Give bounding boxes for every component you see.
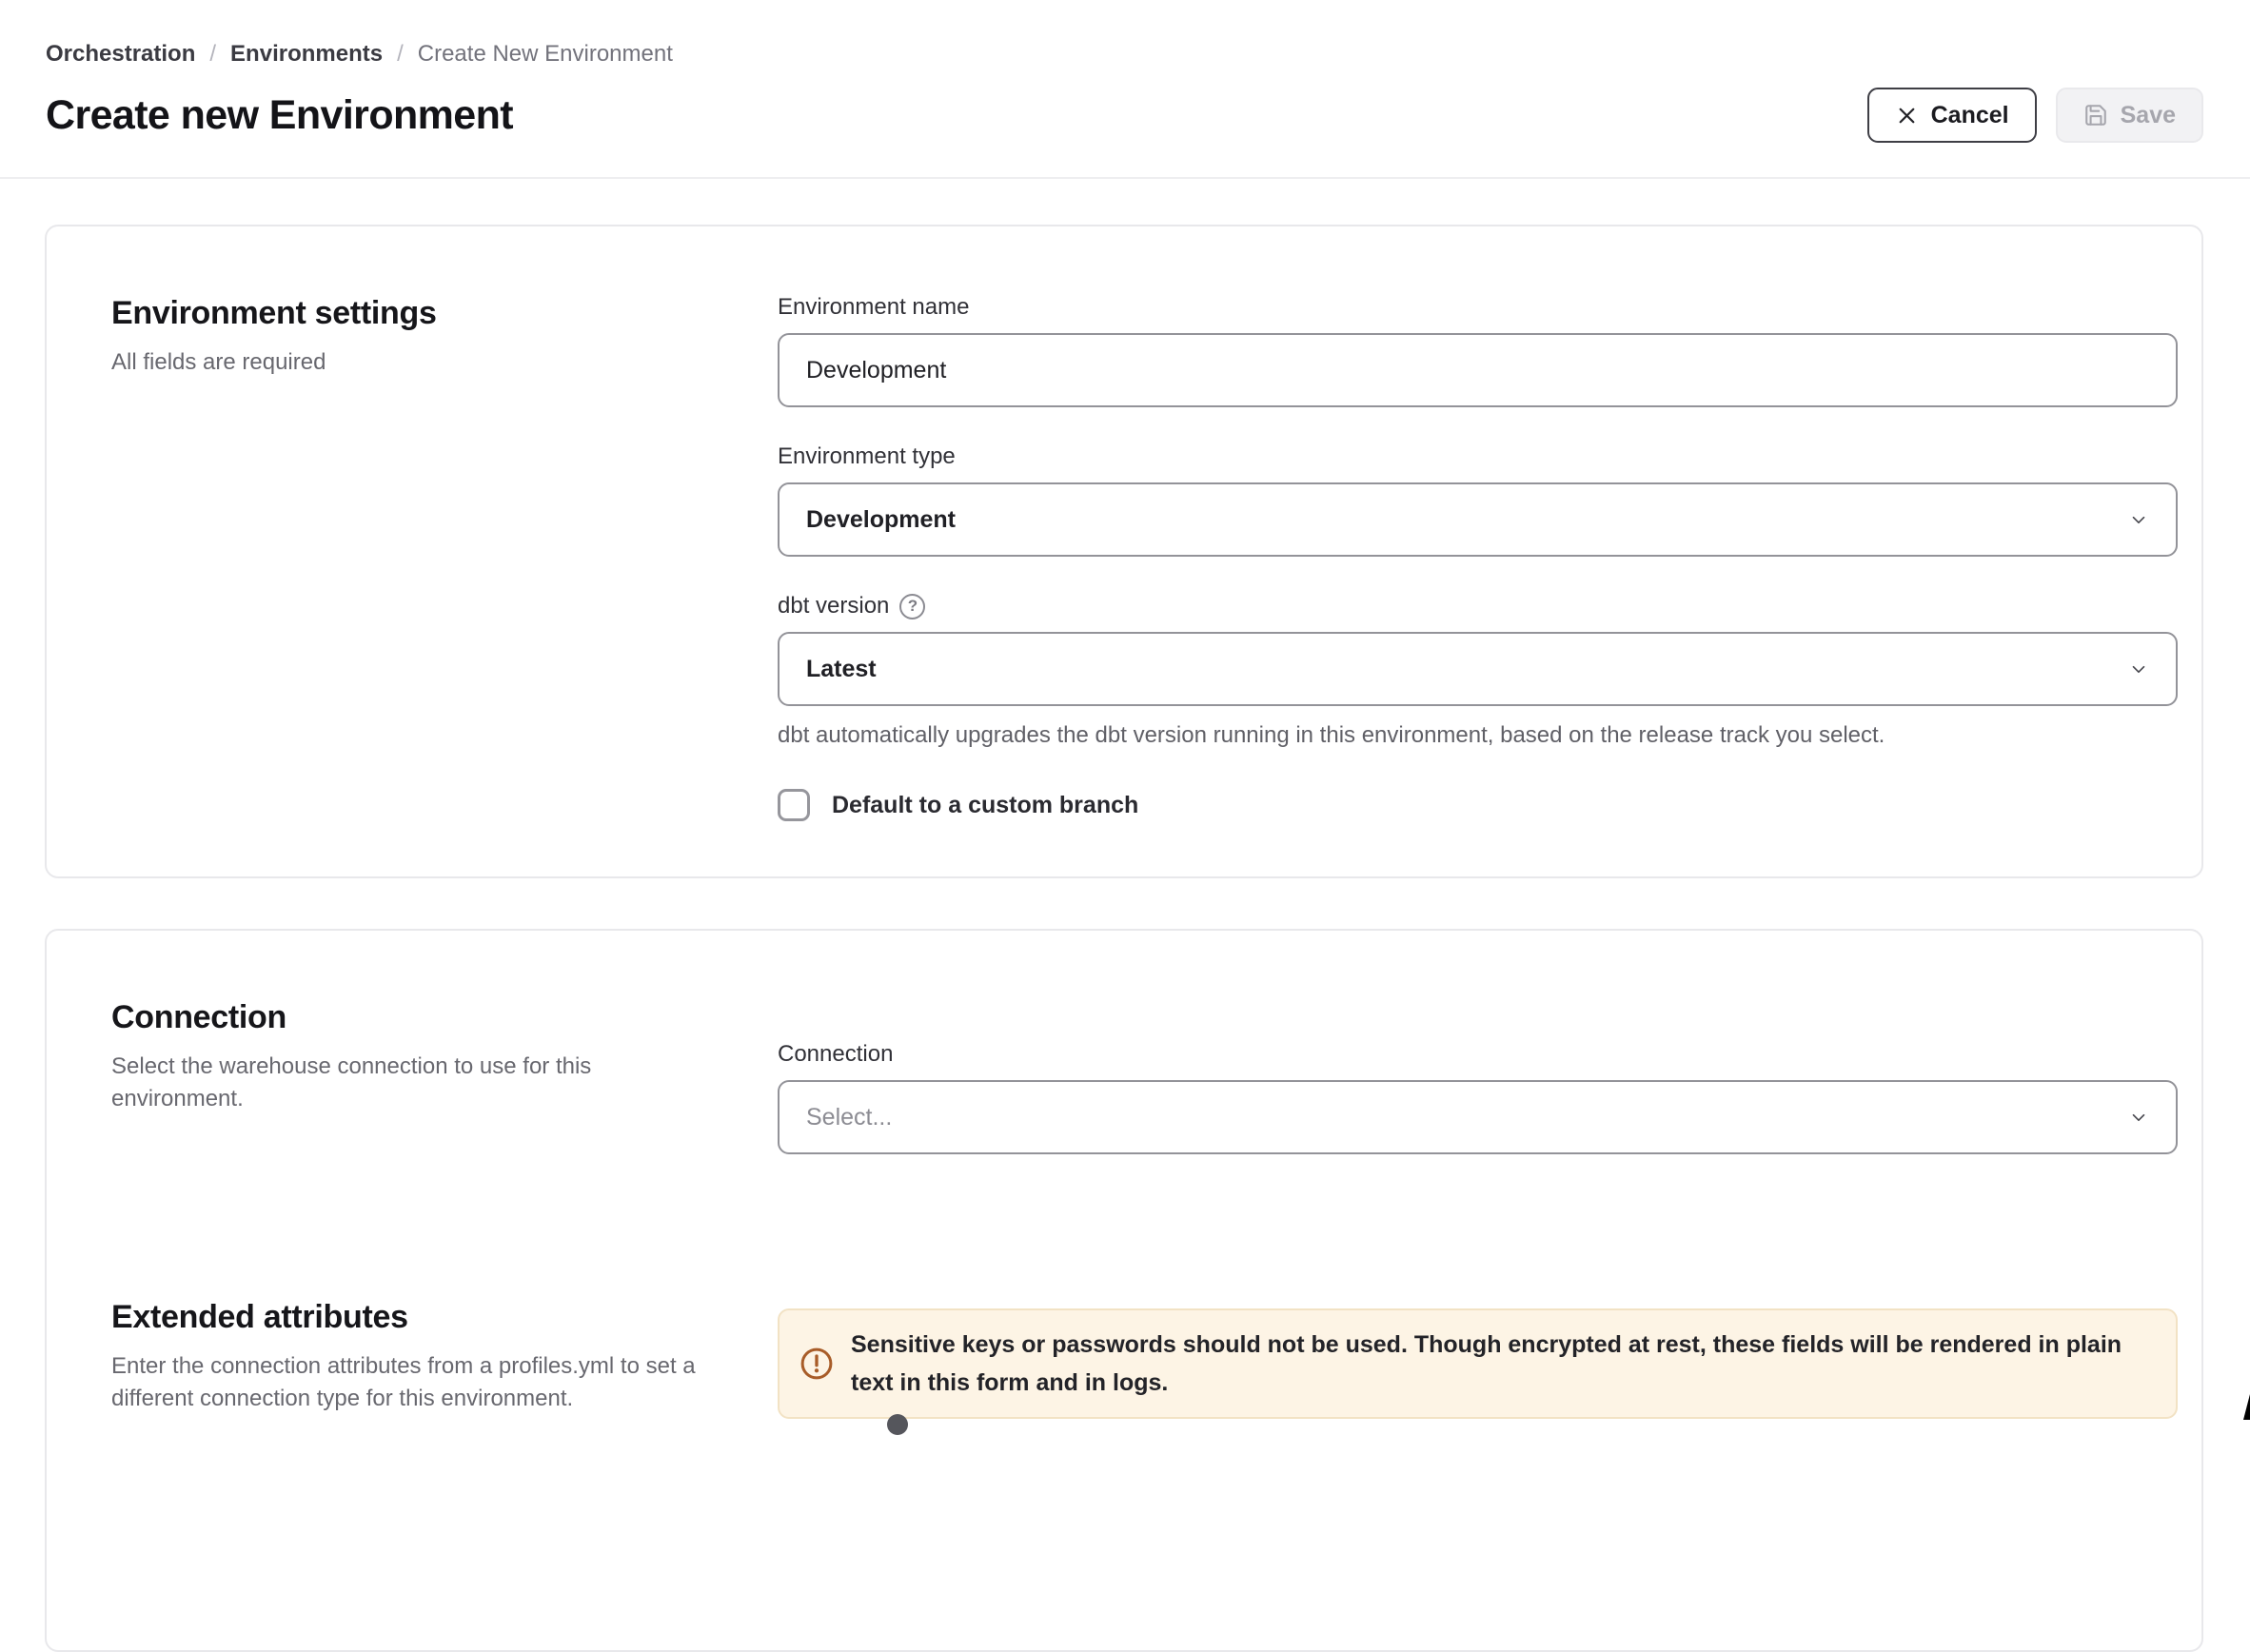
connection-description: Select the warehouse connection to use f… <box>111 1051 654 1115</box>
save-button-label: Save <box>2121 102 2176 129</box>
extended-attributes-heading: Extended attributes <box>111 1297 740 1337</box>
environment-type-select[interactable]: Development <box>778 482 2178 557</box>
page-title: Create new Environment <box>46 90 513 140</box>
dbt-version-label: dbt version <box>778 592 889 620</box>
dbt-version-value: Latest <box>806 656 877 683</box>
connection-select[interactable]: Select... <box>778 1080 2178 1154</box>
breadcrumb-separator: / <box>209 40 216 69</box>
help-icon[interactable]: ? <box>899 594 925 620</box>
page-header: Orchestration / Environments / Create Ne… <box>0 0 2250 179</box>
cutoff-help-icon <box>887 1414 908 1435</box>
chevron-down-icon <box>2128 659 2149 679</box>
custom-branch-label: Default to a custom branch <box>832 792 1138 819</box>
breadcrumb: Orchestration / Environments / Create Ne… <box>46 40 2203 69</box>
breadcrumb-separator: / <box>397 40 404 69</box>
environment-settings-card: Environment settings All fields are requ… <box>45 225 2203 878</box>
environment-name-input[interactable]: Development <box>778 333 2178 407</box>
dbt-version-select[interactable]: Latest <box>778 632 2178 706</box>
environment-settings-subheading: All fields are required <box>111 346 740 379</box>
connection-label: Connection <box>778 1040 2178 1069</box>
environment-name-value: Development <box>806 357 946 384</box>
connection-heading: Connection <box>111 997 740 1037</box>
corner-cursor-artifact <box>2243 1394 2250 1420</box>
header-actions: Cancel Save <box>1867 88 2203 143</box>
save-icon <box>2083 103 2108 128</box>
warning-text: Sensitive keys or passwords should not b… <box>851 1326 2147 1402</box>
sensitive-keys-warning-banner: Sensitive keys or passwords should not b… <box>778 1308 2178 1419</box>
breadcrumb-current-page: Create New Environment <box>418 40 673 69</box>
breadcrumb-orchestration[interactable]: Orchestration <box>46 40 195 69</box>
cancel-button-label: Cancel <box>1931 102 2009 129</box>
close-icon <box>1895 104 1919 128</box>
chevron-down-icon <box>2128 1107 2149 1128</box>
breadcrumb-environments[interactable]: Environments <box>230 40 383 69</box>
extended-attributes-description: Enter the connection attributes from a p… <box>111 1350 706 1415</box>
connection-placeholder: Select... <box>806 1104 892 1131</box>
connection-card: Connection Select the warehouse connecti… <box>45 929 2203 1652</box>
environment-type-value: Development <box>806 506 956 534</box>
chevron-down-icon <box>2128 509 2149 530</box>
dbt-version-helper-text: dbt automatically upgrades the dbt versi… <box>778 720 2178 751</box>
warning-icon <box>799 1346 835 1382</box>
cancel-button[interactable]: Cancel <box>1867 88 2037 143</box>
save-button[interactable]: Save <box>2056 88 2203 143</box>
environment-name-label: Environment name <box>778 293 2178 322</box>
custom-branch-row[interactable]: Default to a custom branch <box>778 789 2178 821</box>
environment-settings-heading: Environment settings <box>111 293 740 333</box>
environment-type-label: Environment type <box>778 442 2178 471</box>
custom-branch-checkbox[interactable] <box>778 789 810 821</box>
